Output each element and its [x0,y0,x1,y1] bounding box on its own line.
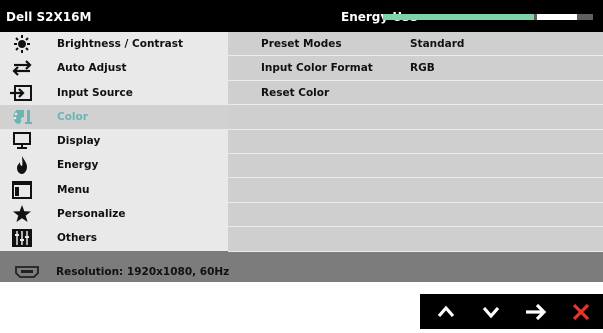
exit-button[interactable] [561,294,601,329]
menu-item-label: Brightness / Contrast [57,38,183,50]
auto-adjust-arrows-icon [12,60,32,77]
empty-row [228,227,603,252]
main-menu: Brightness / Contrast Auto Adjust Input … [0,32,228,251]
right-arrow-icon [526,303,547,321]
menu-item-label: Input Source [57,86,133,99]
empty-row [228,105,603,130]
menu-item-others[interactable]: Others [0,226,228,251]
menu-item-label: Menu [57,183,90,196]
next-button[interactable] [516,294,556,329]
empty-row [228,202,603,228]
menu-item-display[interactable]: Display [0,129,228,154]
menu-item-label: Auto Adjust [57,62,127,75]
color-palette-icon [13,109,32,124]
empty-row [228,153,603,179]
menu-item-color[interactable]: Color [0,104,228,130]
menu-item-input-source[interactable]: Input Source [0,80,228,105]
energy-use-meter [383,14,593,20]
menu-item-brightness-contrast[interactable]: Brightness / Contrast [0,32,228,57]
sun-icon [14,35,30,53]
reset-color-row[interactable]: Reset Color [228,80,603,106]
empty-row [228,129,603,154]
preset-modes-row[interactable]: Preset Modes Standard [228,32,603,57]
up-chevron-icon [437,305,455,318]
row-label: Reset Color [261,86,330,99]
energy-use-peak [537,14,577,20]
menu-item-menu[interactable]: Menu [0,177,228,203]
menu-window-icon [12,180,32,199]
empty-row [228,178,603,203]
navigation-keys [420,294,603,329]
menu-item-label: Others [57,232,97,245]
flame-icon [17,156,27,175]
resolution-text: Resolution: 1920x1080, 60Hz [56,266,230,278]
monitor-icon [13,132,31,150]
down-button[interactable] [471,294,511,329]
hdmi-connector-icon [15,266,39,278]
menu-item-label: Personalize [57,208,126,221]
menu-item-personalize[interactable]: Personalize [0,202,228,227]
row-value: RGB [410,62,435,75]
input-source-icon [10,84,32,101]
input-color-format-row[interactable]: Input Color Format RGB [228,56,603,81]
row-value: Standard [410,38,465,50]
osd-window: Dell S2X16M Energy Use Brightness / Cont… [0,0,603,282]
title-bar: Dell S2X16M Energy Use [0,0,603,32]
color-settings-panel: Preset Modes Standard Input Color Format… [228,32,603,252]
status-bar: Resolution: 1920x1080, 60Hz [0,262,603,282]
menu-item-label: Display [57,135,101,148]
close-icon [572,303,590,321]
row-label: Input Color Format [261,62,373,75]
row-label: Preset Modes [261,38,342,50]
menu-item-label: Color [57,110,88,123]
menu-item-energy[interactable]: Energy [0,153,228,178]
sliders-icon [12,229,32,248]
down-chevron-icon [482,306,500,319]
model-name: Dell S2X16M [6,10,92,24]
star-icon [13,205,31,223]
up-button[interactable] [426,294,466,329]
menu-item-label: Energy [57,159,99,172]
menu-item-auto-adjust[interactable]: Auto Adjust [0,56,228,81]
energy-use-fill [383,14,534,20]
